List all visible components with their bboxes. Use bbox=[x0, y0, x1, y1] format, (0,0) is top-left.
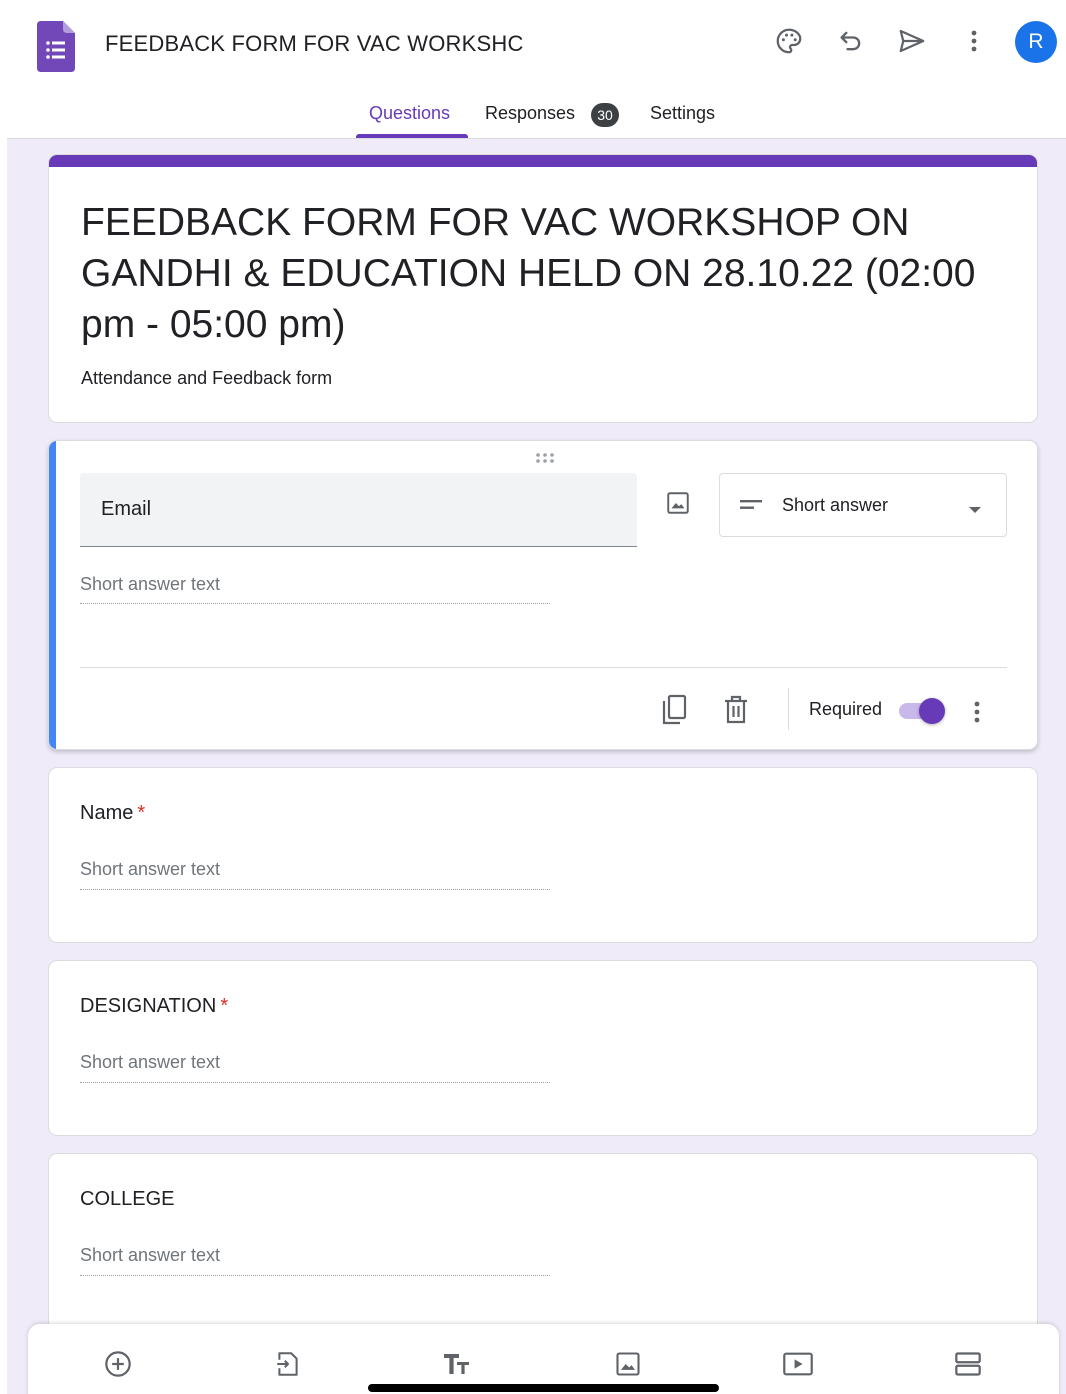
question-more-icon[interactable] bbox=[967, 697, 987, 727]
responses-count-badge: 30 bbox=[591, 103, 619, 127]
question-title-text: COLLEGE bbox=[80, 1188, 175, 1210]
add-title-icon[interactable] bbox=[442, 1348, 474, 1380]
question-title: DESIGNATION * bbox=[80, 995, 228, 1018]
required-asterisk: * bbox=[137, 802, 146, 824]
question-title-input[interactable]: Email bbox=[80, 473, 637, 547]
card-footer-divider bbox=[80, 667, 1007, 668]
required-toggle[interactable] bbox=[897, 697, 945, 725]
answer-underline bbox=[80, 1275, 550, 1276]
tab-settings[interactable]: Settings bbox=[650, 103, 715, 124]
google-forms-logo-icon[interactable] bbox=[37, 21, 75, 72]
short-answer-icon bbox=[740, 498, 764, 516]
delete-icon[interactable] bbox=[721, 693, 751, 727]
question-title-text: Email bbox=[101, 498, 152, 520]
add-section-icon[interactable] bbox=[952, 1348, 984, 1380]
question-title-text: Name bbox=[80, 802, 134, 824]
drag-handle-icon[interactable] bbox=[534, 451, 556, 465]
import-questions-icon[interactable] bbox=[272, 1348, 304, 1380]
form-title-card[interactable]: FEEDBACK FORM FOR VAC WORKSHOP ON GANDHI… bbox=[48, 154, 1038, 423]
duplicate-icon[interactable] bbox=[659, 693, 689, 727]
chevron-down-icon bbox=[968, 501, 982, 519]
question-title-text: DESIGNATION bbox=[80, 995, 217, 1017]
answer-underline bbox=[80, 889, 550, 890]
add-question-icon[interactable] bbox=[102, 1348, 134, 1380]
question-card[interactable]: Name * Short answer text bbox=[48, 767, 1038, 943]
more-vert-icon[interactable] bbox=[955, 22, 993, 60]
question-type-label: Short answer bbox=[782, 495, 889, 515]
answer-underline bbox=[80, 1082, 550, 1083]
account-avatar[interactable]: R bbox=[1015, 21, 1057, 63]
home-indicator bbox=[368, 1384, 719, 1392]
answer-placeholder: Short answer text bbox=[80, 1052, 221, 1072]
required-label: Required bbox=[809, 699, 883, 719]
undo-icon[interactable] bbox=[832, 22, 870, 60]
form-description[interactable]: Attendance and Feedback form bbox=[81, 368, 332, 389]
form-title[interactable]: FEEDBACK FORM FOR VAC WORKSHOP ON GANDHI… bbox=[81, 197, 1011, 350]
question-card[interactable]: DESIGNATION * Short answer text bbox=[48, 960, 1038, 1136]
top-app-bar: FEEDBACK FORM FOR VAC WORKSHC R bbox=[0, 0, 1066, 90]
add-image-icon[interactable] bbox=[663, 488, 693, 518]
tab-questions[interactable]: Questions bbox=[369, 103, 450, 124]
required-asterisk: * bbox=[220, 995, 229, 1017]
palette-icon[interactable] bbox=[770, 22, 808, 60]
send-icon[interactable] bbox=[893, 22, 931, 60]
answer-underline bbox=[80, 603, 550, 604]
question-title: Name * bbox=[80, 802, 145, 825]
answer-placeholder: Short answer text bbox=[80, 574, 221, 594]
question-title: COLLEGE bbox=[80, 1188, 178, 1211]
add-video-icon[interactable] bbox=[782, 1348, 814, 1380]
form-document-title[interactable]: FEEDBACK FORM FOR VAC WORKSHC bbox=[105, 31, 524, 57]
question-card[interactable]: COLLEGE Short answer text bbox=[48, 1153, 1038, 1353]
footer-separator bbox=[788, 688, 789, 730]
add-image-icon[interactable] bbox=[612, 1348, 644, 1380]
question-card-active[interactable]: Email Short answer Short answer text Req… bbox=[48, 440, 1038, 750]
answer-placeholder: Short answer text bbox=[80, 1245, 221, 1265]
question-type-dropdown[interactable]: Short answer bbox=[719, 473, 1007, 537]
toggle-thumb bbox=[919, 698, 945, 724]
form-tabs: Questions Responses 30 Settings bbox=[0, 90, 1066, 140]
theme-stripe bbox=[49, 155, 1037, 167]
tab-responses[interactable]: Responses bbox=[485, 103, 575, 124]
answer-placeholder: Short answer text bbox=[80, 859, 221, 879]
active-indicator-bar bbox=[49, 441, 56, 749]
